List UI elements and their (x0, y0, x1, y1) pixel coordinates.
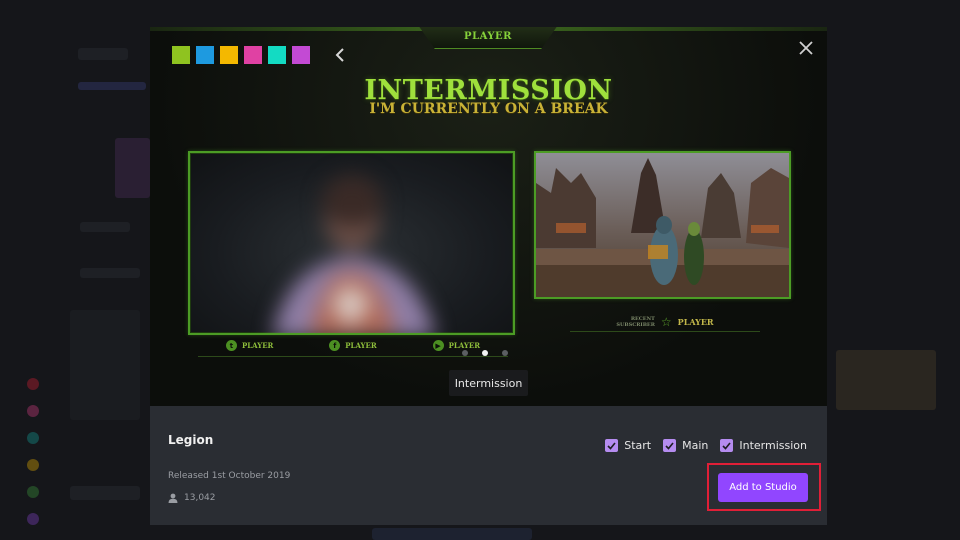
preview-subheading: I'M CURRENTLY ON A BREAK (369, 101, 608, 117)
social-label: PLAYER (241, 341, 274, 350)
color-swatch-blue[interactable] (196, 46, 214, 64)
color-swatches (172, 46, 310, 64)
carousel-dot-3[interactable] (502, 350, 508, 356)
previous-slide-button[interactable] (330, 44, 350, 66)
carousel-dot-2[interactable] (482, 350, 488, 356)
recent-subscriber-bar: RECENT SUBSCRIBER ☆ PLAYER (570, 312, 760, 332)
background-dot (27, 432, 39, 444)
checkbox-box[interactable] (605, 439, 619, 452)
scene-checkboxes: Start Main Intermission (605, 439, 807, 452)
user-count: 13,042 (168, 493, 216, 503)
background-block (115, 138, 150, 198)
checkbox-label: Start (624, 439, 652, 452)
background-dot (27, 378, 39, 390)
background-block (78, 82, 146, 90)
color-swatch-pink[interactable] (244, 46, 262, 64)
facebook-icon: f (329, 340, 341, 351)
checkbox-label: Intermission (739, 439, 807, 452)
background-dot (27, 513, 39, 525)
background-block (70, 486, 140, 500)
checkbox-box[interactable] (720, 439, 734, 452)
background-block (78, 48, 128, 60)
release-date: Released 1st October 2019 (168, 471, 291, 481)
color-swatch-lime[interactable] (172, 46, 190, 64)
background-block (80, 268, 140, 278)
background-dot (27, 486, 39, 498)
checkbox-intermission[interactable]: Intermission (720, 439, 807, 452)
background-block (372, 528, 532, 540)
background-block (80, 222, 130, 232)
color-swatch-yellow[interactable] (220, 46, 238, 64)
checkmark-icon (665, 441, 674, 450)
user-icon (168, 493, 178, 503)
add-to-studio-button[interactable]: Add to Studio (718, 473, 808, 502)
overlay-preview-modal: PLAYER INTERMISSION I'M CURRENTLY ON A B… (150, 27, 827, 525)
social-label: PLAYER (345, 341, 377, 350)
social-label: PLAYER (448, 341, 481, 350)
recent-subscriber-name: PLAYER (677, 316, 714, 327)
overlay-info-panel: Legion Released 1st October 2019 13,042 … (150, 406, 827, 525)
recent-label-line2: SUBSCRIBER (616, 321, 655, 328)
background-block (70, 310, 140, 420)
social-twitter: t PLAYER (225, 340, 274, 351)
overlay-title: Legion (168, 433, 214, 447)
checkbox-main[interactable]: Main (663, 439, 708, 452)
checkbox-label: Main (682, 439, 709, 452)
blurred-person-image (273, 175, 435, 333)
checkmark-icon (722, 441, 731, 450)
color-swatch-teal[interactable] (268, 46, 286, 64)
background-dot (27, 405, 39, 417)
carousel-dots (462, 350, 508, 356)
recent-subscriber-label: RECENT SUBSCRIBER (616, 316, 654, 328)
player-banner: PLAYER (418, 27, 558, 49)
checkbox-start[interactable]: Start (605, 439, 651, 452)
twitter-icon: t (225, 340, 237, 351)
webcam-frame (188, 151, 515, 335)
carousel-dot-1[interactable] (462, 350, 468, 356)
color-swatch-purple[interactable] (292, 46, 310, 64)
background-dot (27, 459, 39, 471)
gameplay-scene-image (536, 153, 789, 297)
chevron-left-icon (335, 48, 344, 62)
background-block (836, 350, 936, 410)
star-icon: ☆ (660, 314, 672, 329)
social-facebook: f PLAYER (329, 340, 377, 351)
overlay-preview: PLAYER INTERMISSION I'M CURRENTLY ON A B… (150, 27, 827, 406)
close-icon (799, 41, 813, 55)
checkmark-icon (607, 441, 616, 450)
slide-tooltip: Intermission (449, 370, 528, 396)
close-button[interactable] (795, 37, 817, 59)
youtube-icon: ▶ (432, 340, 444, 351)
checkbox-box[interactable] (663, 439, 677, 452)
user-count-value: 13,042 (184, 493, 216, 503)
gameplay-frame (534, 151, 791, 299)
